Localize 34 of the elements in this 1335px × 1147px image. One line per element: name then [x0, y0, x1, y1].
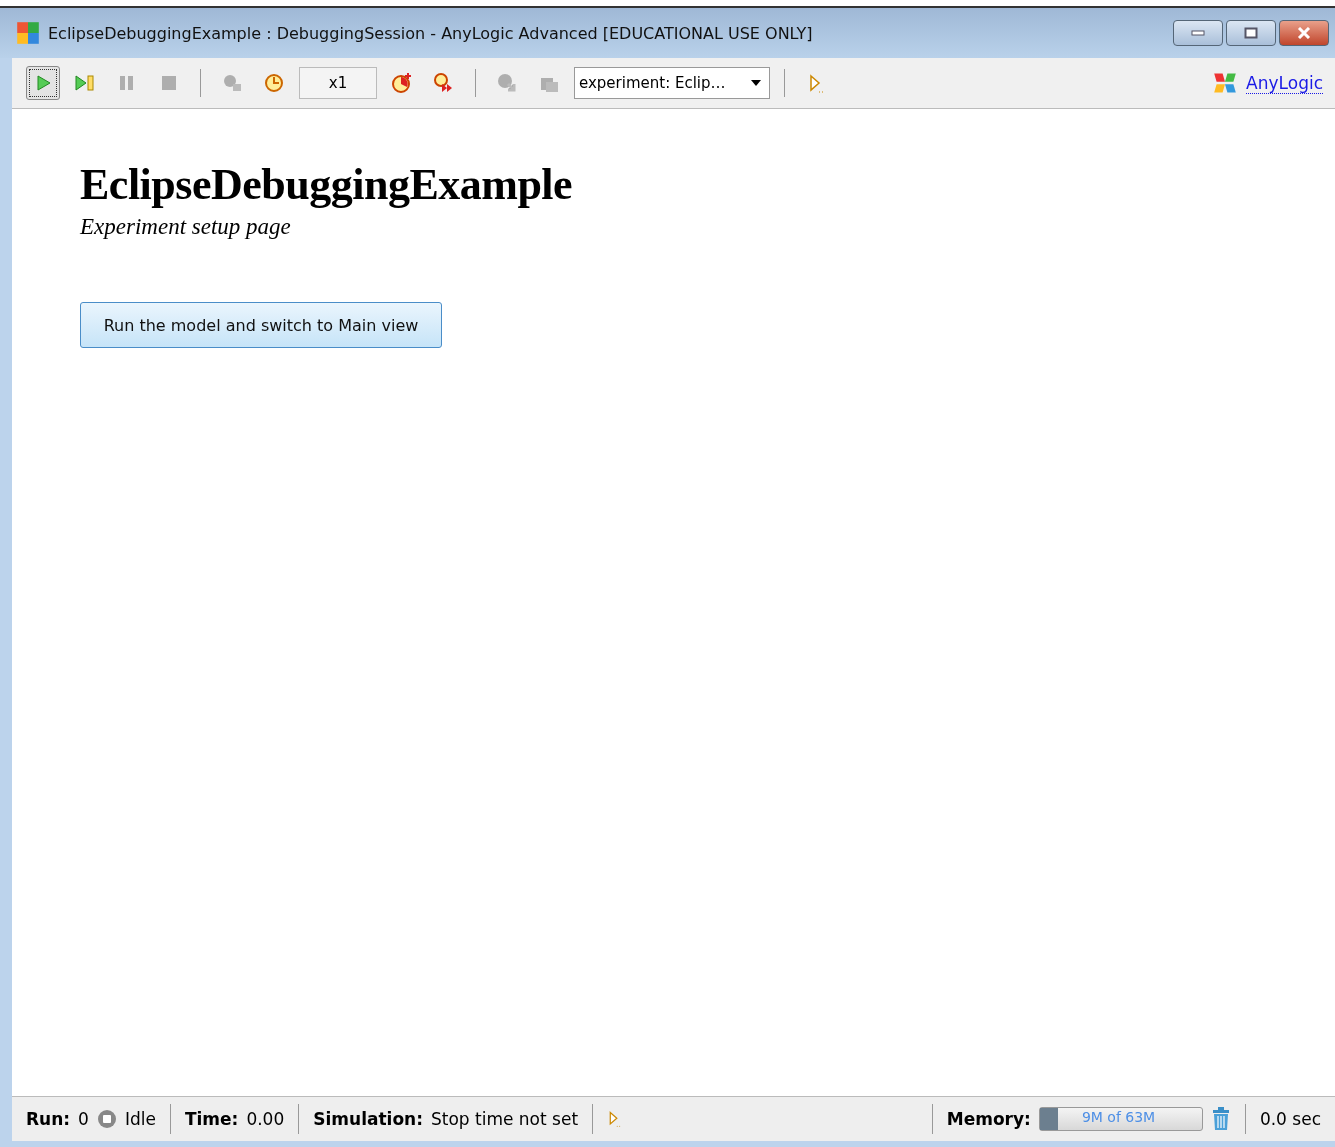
caret-icon — [751, 80, 761, 86]
speed-up-icon — [391, 72, 413, 94]
stop-state-icon — [96, 1109, 117, 1129]
speed-field[interactable]: x1 — [299, 67, 377, 99]
clock-icon — [263, 72, 285, 94]
experiment-dropdown[interactable]: experiment: Eclip… — [574, 67, 770, 99]
run-button[interactable] — [26, 66, 60, 100]
minimize-button[interactable] — [1173, 20, 1223, 46]
memory-text: 9M of 63M — [1081, 1109, 1156, 1125]
time-value: 0.00 — [246, 1109, 285, 1129]
memory-label: Memory: — [946, 1109, 1031, 1129]
step-icon — [74, 72, 96, 94]
run-count: 0 — [78, 1109, 89, 1129]
run-label: Run: — [26, 1109, 71, 1129]
time-label: Time: — [184, 1109, 239, 1129]
elapsed-time: 0.0 sec — [1259, 1109, 1321, 1129]
run-state: Idle — [124, 1109, 156, 1129]
app-logo-icon — [16, 21, 40, 45]
maximize-button[interactable] — [1226, 20, 1276, 46]
anylogic-logo-icon — [1212, 71, 1239, 95]
page-title: EclipseDebuggingExample — [80, 159, 573, 210]
minimize-icon — [1191, 30, 1205, 36]
window-title: EclipseDebuggingExample : DebuggingSession - AnyLogic Advanced [EDUCATIONAL USE ONLY] — [48, 23, 813, 43]
maximize-icon — [1244, 27, 1258, 39]
run-model-button[interactable]: Run the model and switch to Main view — [80, 302, 442, 348]
simulation-value: Stop time not set — [431, 1109, 579, 1129]
close-icon — [1296, 27, 1312, 39]
trash-icon[interactable] — [1210, 1107, 1231, 1131]
close-button[interactable] — [1279, 20, 1329, 46]
anylogic-link[interactable]: AnyLogic — [1246, 72, 1323, 94]
simulation-label: Simulation: — [313, 1109, 423, 1129]
page-subtitle: Experiment setup page — [80, 214, 291, 240]
slow-down-icon — [221, 72, 243, 94]
back-icon — [496, 72, 518, 94]
